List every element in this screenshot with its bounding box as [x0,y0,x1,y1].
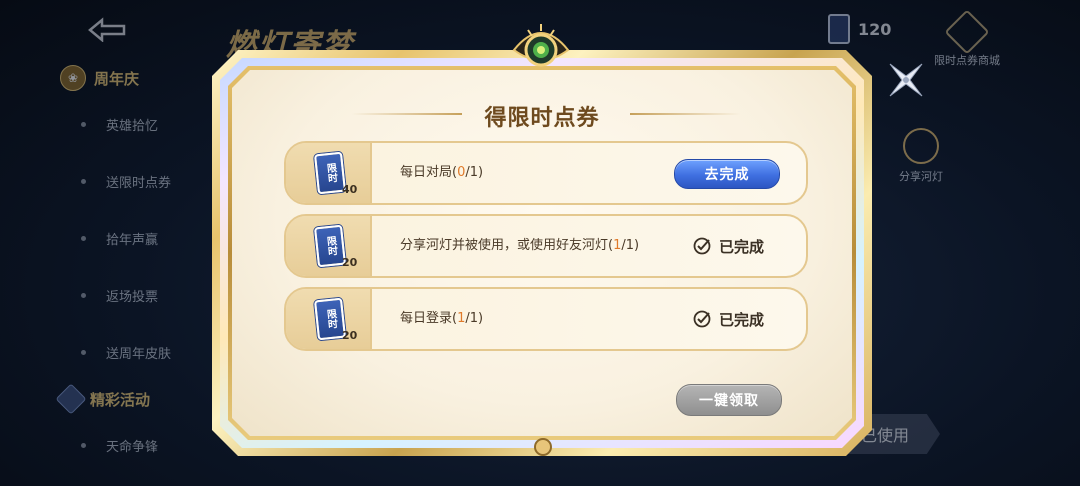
task-text: 分享河灯并被使用，或使用好友河灯( [400,238,614,253]
completed-label: 已完成 [718,310,764,329]
task-reward: 限时 40 [286,143,372,203]
claim-all-button[interactable]: 一键领取 [676,384,782,416]
sidebar-item[interactable]: 送限时点券 [60,153,200,210]
sidebar-item[interactable]: 送周年皮肤 [60,324,200,381]
anniversary-icon: ❀ [60,65,86,91]
share-icon [903,128,939,164]
task-row: 限时 20 分享河灯并被使用，或使用好友河灯(1/1) 已完成 [284,214,808,278]
completed-status: 已完成 [693,289,764,349]
task-row: 限时 20 每日登录(1/1) 已完成 [284,287,808,351]
sidebar-item[interactable]: 拾年声赢 [60,210,200,267]
sidebar: ❀ 周年庆 英雄拾忆 送限时点券 拾年声赢 返场投票 送周年皮肤 精彩活动 天命… [55,60,200,474]
task-total: /1) [621,238,640,253]
reward-amount: 20 [342,256,358,269]
reward-amount: 20 [342,329,358,342]
close-icon[interactable] [884,58,928,102]
events-icon [55,383,87,415]
task-reward: 限时 20 [286,289,372,349]
sidebar-item-label: 送周年皮肤 [106,347,172,362]
sidebar-item-label: 英雄拾忆 [106,119,159,134]
sidebar-section-label: 精彩活动 [90,390,151,409]
ticket-icon [828,14,850,44]
shop-icon [944,9,990,55]
task-description: 每日对局(0/1) [400,143,483,203]
emblem-icon [506,20,576,82]
share-lantern-button[interactable]: 分享河灯 [894,128,948,184]
completed-label: 已完成 [718,237,764,256]
ticket-glyph: 限时 [323,308,338,330]
sidebar-item-label: 送限时点券 [106,176,172,191]
coin-balance: 120 [828,14,891,44]
ticket-glyph: 限时 [323,235,338,257]
task-total: /1) [465,165,484,180]
shop-button[interactable]: 限时点券商城 [926,9,1008,68]
task-reward: 限时 20 [286,216,372,276]
task-description: 分享河灯并被使用，或使用好友河灯(1/1) [400,216,639,276]
completed-status: 已完成 [693,216,764,276]
go-complete-button[interactable]: 去完成 [674,159,780,189]
sidebar-item[interactable]: 返场投票 [60,267,200,324]
check-circle-icon [693,310,711,328]
sidebar-item-label: 天命争锋 [106,440,159,455]
shop-label: 限时点券商城 [934,54,1000,67]
task-row: 限时 40 每日对局(0/1) 去完成 [284,141,808,205]
ticket-glyph: 限时 [323,162,338,184]
sidebar-section-label: 周年庆 [94,69,140,88]
task-text: 每日登录( [400,311,458,326]
task-description: 每日登录(1/1) [400,289,483,349]
check-circle-icon [693,237,711,255]
sidebar-item[interactable]: 英雄拾忆 [60,96,200,153]
coin-count: 120 [858,19,892,39]
back-arrow-icon[interactable] [84,16,128,43]
task-text: 每日对局( [400,165,458,180]
share-label: 分享河灯 [899,170,943,183]
task-total: /1) [465,311,484,326]
reward-amount: 40 [342,183,358,196]
sidebar-item[interactable]: 天命争锋 [60,417,200,474]
sidebar-section-events[interactable]: 精彩活动 [55,381,200,417]
sidebar-section-anniversary[interactable]: ❀ 周年庆 [60,60,200,96]
sidebar-item-label: 返场投票 [106,290,159,305]
modal-title: 得限时点券 [484,106,600,131]
sidebar-item-label: 拾年声赢 [106,233,159,248]
frame-gem-icon [534,438,552,456]
